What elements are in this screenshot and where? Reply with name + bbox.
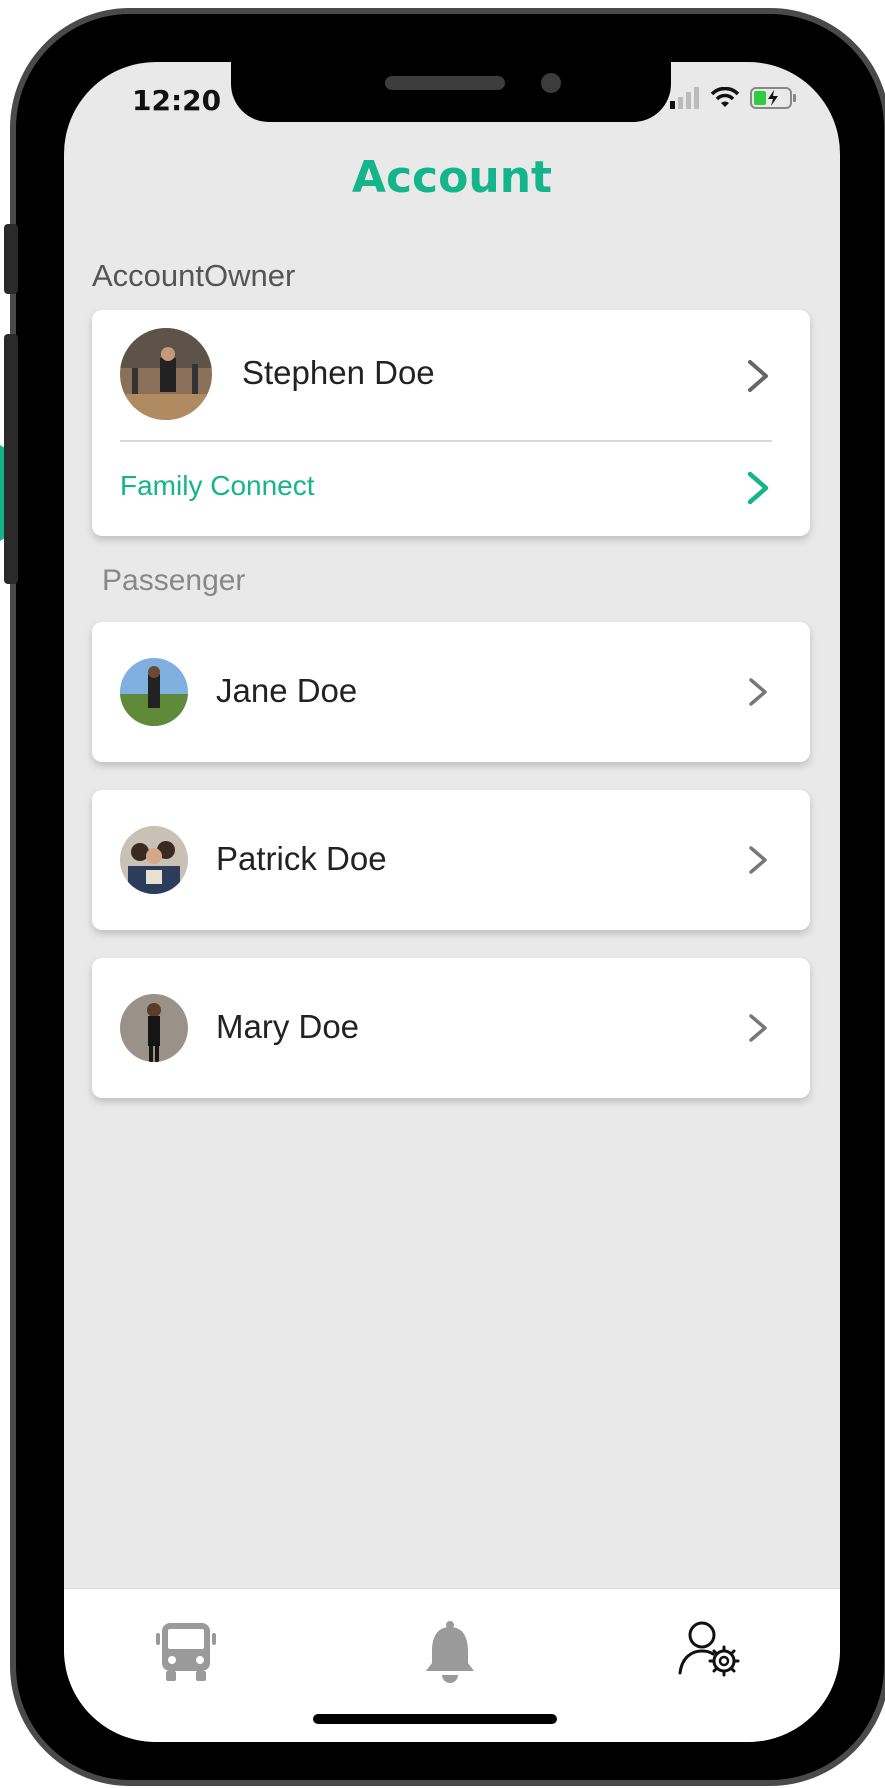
front-camera [541,73,561,93]
avatar [120,994,188,1062]
passenger-card[interactable]: Patrick Doe [92,790,810,930]
status-icons [670,86,798,110]
page-title: Account [351,152,553,203]
bus-icon [156,1623,216,1681]
passenger-name: Jane Doe [216,672,358,709]
chevron-right-icon [747,471,769,505]
account-owner-card: Stephen Doe Family Connect [92,310,810,536]
account-owner-row[interactable]: Stephen Doe [92,310,810,440]
chevron-right-icon [749,1014,767,1042]
app-screen: 12:20 Account AccountOwner Stephen Doe F… [64,62,840,1742]
passenger-section-label: Passenger [102,564,246,597]
tab-bus[interactable] [156,1619,216,1687]
passenger-name: Patrick Doe [216,840,387,877]
avatar [120,328,212,420]
passenger-card[interactable]: Jane Doe [92,622,810,762]
mute-switch [4,224,18,294]
tab-notifications[interactable] [422,1619,478,1687]
home-indicator [313,1714,557,1724]
volume-buttons [4,334,18,584]
account-owner-name: Stephen Doe [242,354,435,391]
notch [231,62,671,122]
family-connect-label: Family Connect [120,470,315,501]
speaker [385,76,505,90]
chevron-right-icon [749,678,767,706]
tab-account-settings[interactable] [678,1619,742,1683]
account-owner-section-label: AccountOwner [92,258,296,293]
status-time: 12:20 [132,84,222,117]
passenger-name: Mary Doe [216,1008,360,1045]
battery-charging-icon [750,87,796,109]
cellular-signal-icon [670,87,699,109]
chevron-right-icon [749,846,767,874]
family-connect-row[interactable]: Family Connect [92,442,810,536]
wifi-icon [710,87,740,107]
avatar [120,826,188,894]
chevron-right-icon [748,360,768,392]
avatar [120,658,188,726]
user-settings-icon [678,1621,740,1677]
passenger-card[interactable]: Mary Doe [92,958,810,1098]
bell-icon [426,1621,474,1683]
